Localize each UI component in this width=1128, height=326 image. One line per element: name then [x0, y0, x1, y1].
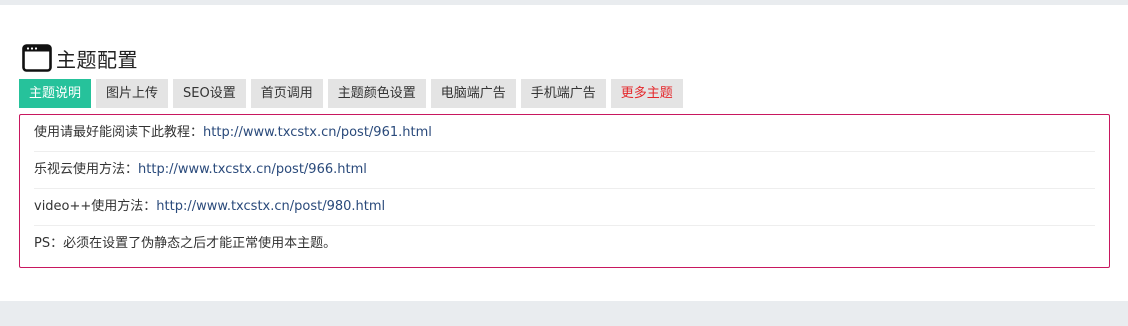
description-line: 乐视云使用方法：http://www.txcstx.cn/post/966.ht…	[34, 152, 1095, 189]
page-header: 主题配置	[22, 43, 138, 73]
line-text: 乐视云使用方法：	[34, 162, 139, 177]
description-line: PS：必须在设置了伪静态之后才能正常使用本主题。	[34, 226, 1095, 262]
tab-mobile-ads[interactable]: 手机端广告	[520, 79, 606, 108]
browser-window-icon	[22, 44, 52, 72]
tab-theme-description[interactable]: 主题说明	[19, 79, 92, 108]
description-box: 使用请最好能阅读下此教程：http://www.txcstx.cn/post/9…	[19, 114, 1110, 268]
tab-seo-settings[interactable]: SEO设置	[173, 79, 246, 108]
tab-desktop-ads[interactable]: 电脑端广告	[430, 79, 516, 108]
main-panel: 主题配置 主题说明 图片上传 SEO设置 首页调用 主题颜色设置 电脑端广告 手…	[0, 5, 1128, 301]
config-tabs: 主题说明 图片上传 SEO设置 首页调用 主题颜色设置 电脑端广告 手机端广告 …	[19, 79, 683, 108]
tab-more-themes[interactable]: 更多主题	[610, 79, 683, 108]
page-title: 主题配置	[56, 47, 138, 72]
ps-note: PS：必须在设置了伪静态之后才能正常使用本主题。	[34, 236, 337, 251]
line-text: video++使用方法：	[34, 199, 157, 214]
tab-image-upload[interactable]: 图片上传	[96, 79, 169, 108]
description-line: 使用请最好能阅读下此教程：http://www.txcstx.cn/post/9…	[34, 115, 1095, 152]
video-plus-link[interactable]: http://www.txcstx.cn/post/980.html	[156, 199, 385, 214]
description-line: video++使用方法：http://www.txcstx.cn/post/98…	[34, 189, 1095, 226]
tutorial-link[interactable]: http://www.txcstx.cn/post/961.html	[203, 125, 432, 140]
line-text: 使用请最好能阅读下此教程：	[34, 125, 204, 140]
letv-cloud-link[interactable]: http://www.txcstx.cn/post/966.html	[138, 162, 367, 177]
tab-homepage-call[interactable]: 首页调用	[250, 79, 323, 108]
tab-theme-color[interactable]: 主题颜色设置	[327, 79, 426, 108]
